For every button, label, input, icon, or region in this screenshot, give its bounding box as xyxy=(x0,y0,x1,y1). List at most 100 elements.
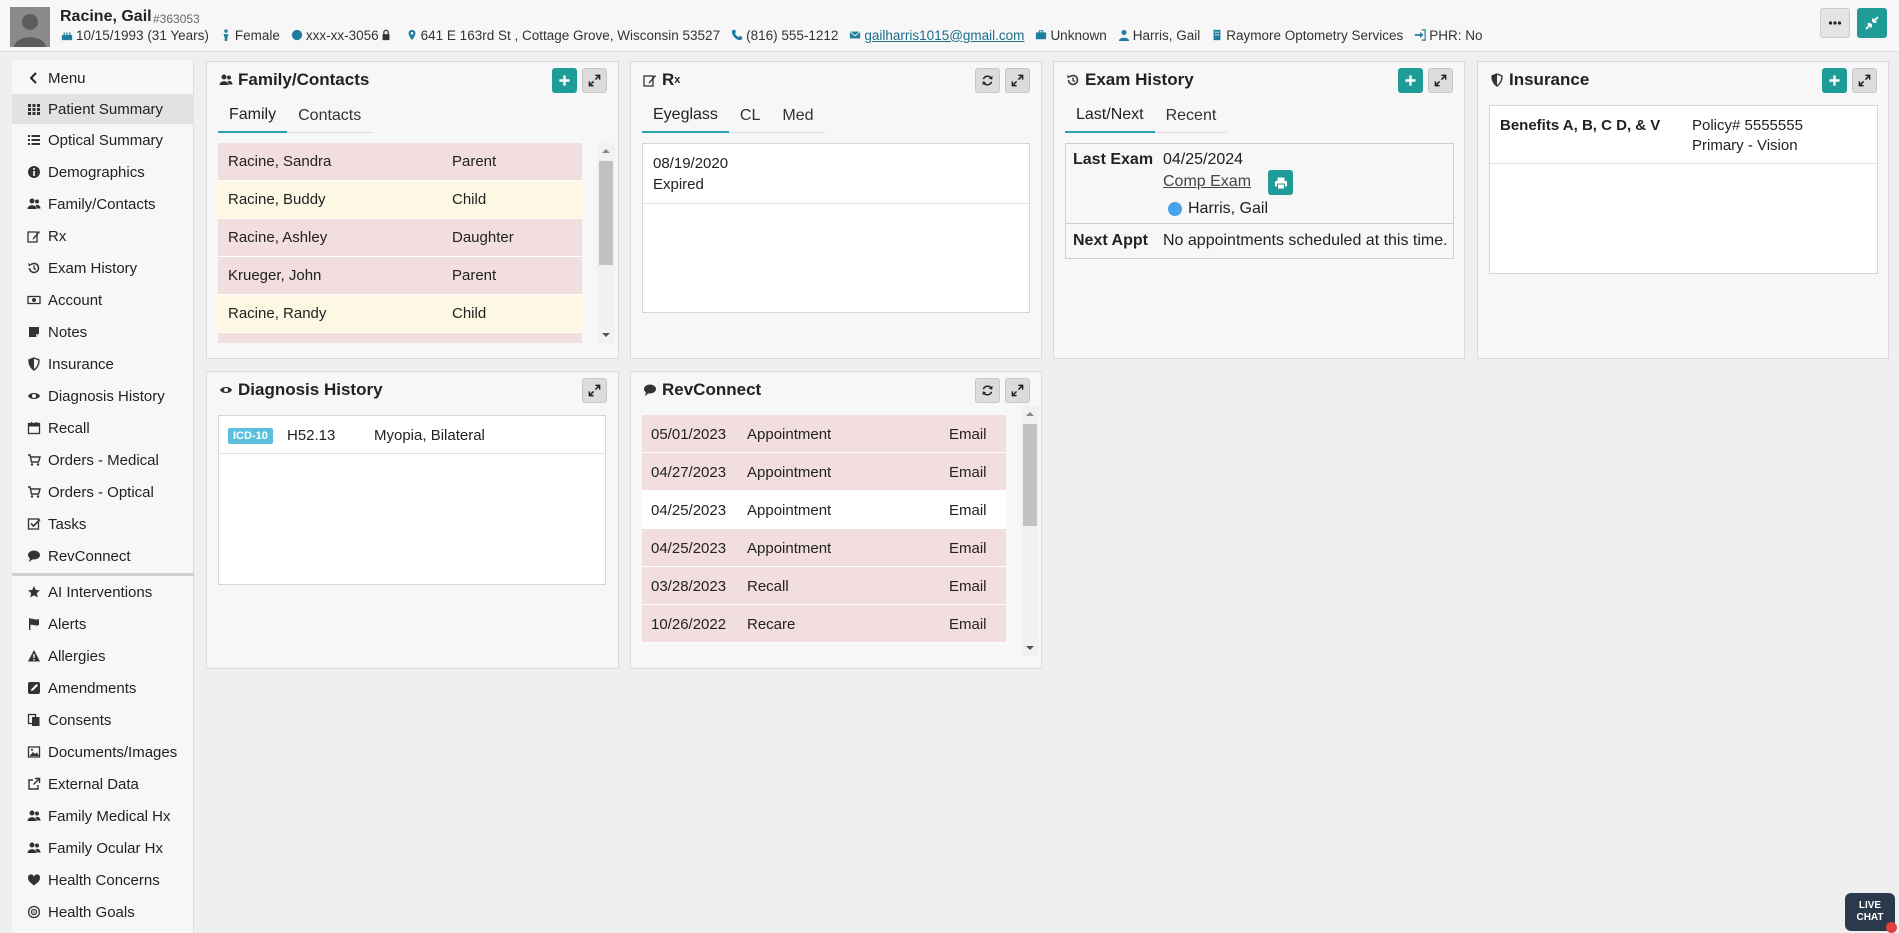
rev-date: 04/27/2023 xyxy=(651,464,727,481)
tab-med[interactable]: Med xyxy=(771,98,824,133)
pencil-square-icon xyxy=(26,680,42,696)
table-row[interactable]: Krueger, John Parent xyxy=(218,257,582,295)
money-icon xyxy=(26,292,42,308)
family-name: Racine, Buddy xyxy=(228,191,326,208)
sidebar-item-demographics[interactable]: Demographics xyxy=(12,157,194,187)
table-row[interactable]: 04/27/2023 Appointment Email xyxy=(642,453,1006,491)
tab-recent[interactable]: Recent xyxy=(1155,98,1228,133)
email-link[interactable]: gailharris1015@gmail.com xyxy=(864,28,1024,43)
next-appt-row: Next Appt No appointments scheduled at t… xyxy=(1066,224,1453,258)
scroll-up-icon[interactable] xyxy=(597,145,615,157)
sidebar-item-family-contacts[interactable]: Family/Contacts xyxy=(12,189,194,219)
panel-title-text: Family/Contacts xyxy=(238,70,370,89)
scrollbar-thumb[interactable] xyxy=(599,161,613,265)
family-relation: Daughter xyxy=(452,229,514,246)
tab-last-next[interactable]: Last/Next xyxy=(1065,98,1155,133)
sidebar-item-orders-medical[interactable]: Orders - Medical xyxy=(12,445,194,475)
patient-info-line: 10/15/1993 (31 Years) Female xxx-xx-3056… xyxy=(60,25,1493,45)
collapse-header-button[interactable] xyxy=(1857,8,1887,38)
table-row[interactable]: 05/01/2023 Appointment Email xyxy=(642,415,1006,453)
phr-item: PHR: No xyxy=(1413,27,1483,43)
expand-insurance-button[interactable] xyxy=(1852,68,1877,93)
sidebar-item-tasks[interactable]: Tasks xyxy=(12,509,194,539)
sidebar-item-health-concerns[interactable]: Health Concerns xyxy=(12,865,194,895)
family-scrollbar[interactable] xyxy=(597,143,615,343)
table-row[interactable]: 04/25/2023 Appointment Email xyxy=(642,491,1006,529)
sidebar-item-account[interactable]: Account xyxy=(12,285,194,315)
tab-cl[interactable]: CL xyxy=(729,98,771,133)
sidebar-item-insurance[interactable]: Insurance xyxy=(12,349,194,379)
expand-diagnosis-button[interactable] xyxy=(582,378,607,403)
sidebar-item-family-ocular-hx[interactable]: Family Ocular Hx xyxy=(12,833,194,863)
comp-exam-link[interactable]: Comp Exam xyxy=(1163,173,1251,191)
sidebar-item-orders-optical[interactable]: Orders - Optical xyxy=(12,477,194,507)
table-row[interactable]: Racine, Randy Child xyxy=(218,295,582,333)
expand-icon xyxy=(1857,73,1873,89)
sidebar-item-health-goals[interactable]: Health Goals xyxy=(12,897,194,927)
more-options-button[interactable] xyxy=(1820,8,1850,38)
rev-channel: Email xyxy=(949,540,987,557)
table-row[interactable]: 03/28/2023 Recall Email xyxy=(642,567,1006,605)
menu-toggle[interactable]: Menu xyxy=(12,63,194,93)
sidebar-item-exam-history[interactable]: Exam History xyxy=(12,253,194,283)
scroll-up-icon[interactable] xyxy=(1021,408,1039,420)
list-item[interactable]: Benefits A, B, C D, & V Policy# 5555555 … xyxy=(1490,106,1877,164)
sidebar-item-revconnect[interactable]: RevConnect xyxy=(12,541,194,571)
practice-item: Raymore Optometry Services xyxy=(1210,27,1403,43)
sidebar-item-alerts[interactable]: Alerts xyxy=(12,609,194,639)
sidebar-item-ai-interventions[interactable]: AI Interventions xyxy=(12,577,194,607)
table-row[interactable]: Racine, Ashley Daughter xyxy=(218,219,582,257)
sidebar-item-rx[interactable]: Rx xyxy=(12,221,194,251)
table-row[interactable]: Racine, Sandra Parent xyxy=(218,143,582,181)
sidebar-item-recall[interactable]: Recall xyxy=(12,413,194,443)
print-exam-button[interactable] xyxy=(1268,170,1293,195)
lock-icon[interactable] xyxy=(379,27,393,43)
add-family-button[interactable] xyxy=(552,68,577,93)
sidebar-item-consents[interactable]: Consents xyxy=(12,705,194,735)
sidebar-item-documents-images[interactable]: Documents/Images xyxy=(12,737,194,767)
rx-status: Expired xyxy=(653,176,704,193)
expand-revconnect-button[interactable] xyxy=(1005,378,1030,403)
rev-channel: Email xyxy=(949,616,987,633)
scroll-down-icon[interactable] xyxy=(597,329,615,341)
diagnosis-history-panel: Diagnosis History ICD-10 H52.13 Myopia, … xyxy=(206,371,619,669)
live-chat-button[interactable]: LIVE CHAT xyxy=(1845,893,1897,933)
sidebar-item-allergies[interactable]: Allergies xyxy=(12,641,194,671)
sidebar-item-amendments[interactable]: Amendments xyxy=(12,673,194,703)
sidebar-item-external-data[interactable]: External Data xyxy=(12,769,194,799)
sidebar-item-notes[interactable]: Notes xyxy=(12,317,194,347)
table-row[interactable] xyxy=(218,333,582,343)
scroll-down-icon[interactable] xyxy=(1021,642,1039,654)
scrollbar-thumb[interactable] xyxy=(1023,424,1037,526)
revconnect-scrollbar[interactable] xyxy=(1021,406,1039,656)
expand-rx-button[interactable] xyxy=(1005,68,1030,93)
rev-type: Appointment xyxy=(747,540,832,557)
table-row[interactable]: 04/25/2023 Appointment Email xyxy=(642,529,1006,567)
employment-text: Unknown xyxy=(1050,27,1107,43)
table-row[interactable]: Racine, Buddy Child xyxy=(218,181,582,219)
add-insurance-button[interactable] xyxy=(1822,68,1847,93)
list-item[interactable]: 08/19/2020 Expired xyxy=(643,144,1029,204)
sidebar-item-patient-summary[interactable]: Patient Summary xyxy=(12,94,194,124)
tab-eyeglass[interactable]: Eyeglass xyxy=(642,98,729,133)
sidebar-item-label: RevConnect xyxy=(48,547,131,565)
panel-title-text: Insurance xyxy=(1509,70,1590,89)
table-row[interactable]: 10/26/2022 Recare Email xyxy=(642,605,1006,643)
tab-contacts[interactable]: Contacts xyxy=(287,98,372,133)
list-item[interactable]: ICD-10 H52.13 Myopia, Bilateral xyxy=(219,416,605,454)
expand-icon xyxy=(587,383,603,399)
family-list: Racine, Sandra Parent Racine, Buddy Chil… xyxy=(218,143,582,343)
refresh-revconnect-button[interactable] xyxy=(975,378,1000,403)
sidebar-item-diagnosis-history[interactable]: Diagnosis History xyxy=(12,381,194,411)
expand-family-button[interactable] xyxy=(582,68,607,93)
sidebar-item-family-medical-hx[interactable]: Family Medical Hx xyxy=(12,801,194,831)
sidebar-item-optical-summary[interactable]: Optical Summary xyxy=(12,125,194,155)
expand-exam-button[interactable] xyxy=(1428,68,1453,93)
add-exam-button[interactable] xyxy=(1398,68,1423,93)
refresh-rx-button[interactable] xyxy=(975,68,1000,93)
chevron-left-icon xyxy=(26,70,42,86)
sex-text: Female xyxy=(234,27,280,43)
live-chat-line2: CHAT xyxy=(1856,912,1884,923)
revconnect-panel: RevConnect 05/01/2023 Appointment Email … xyxy=(630,371,1042,669)
tab-family[interactable]: Family xyxy=(218,98,288,133)
